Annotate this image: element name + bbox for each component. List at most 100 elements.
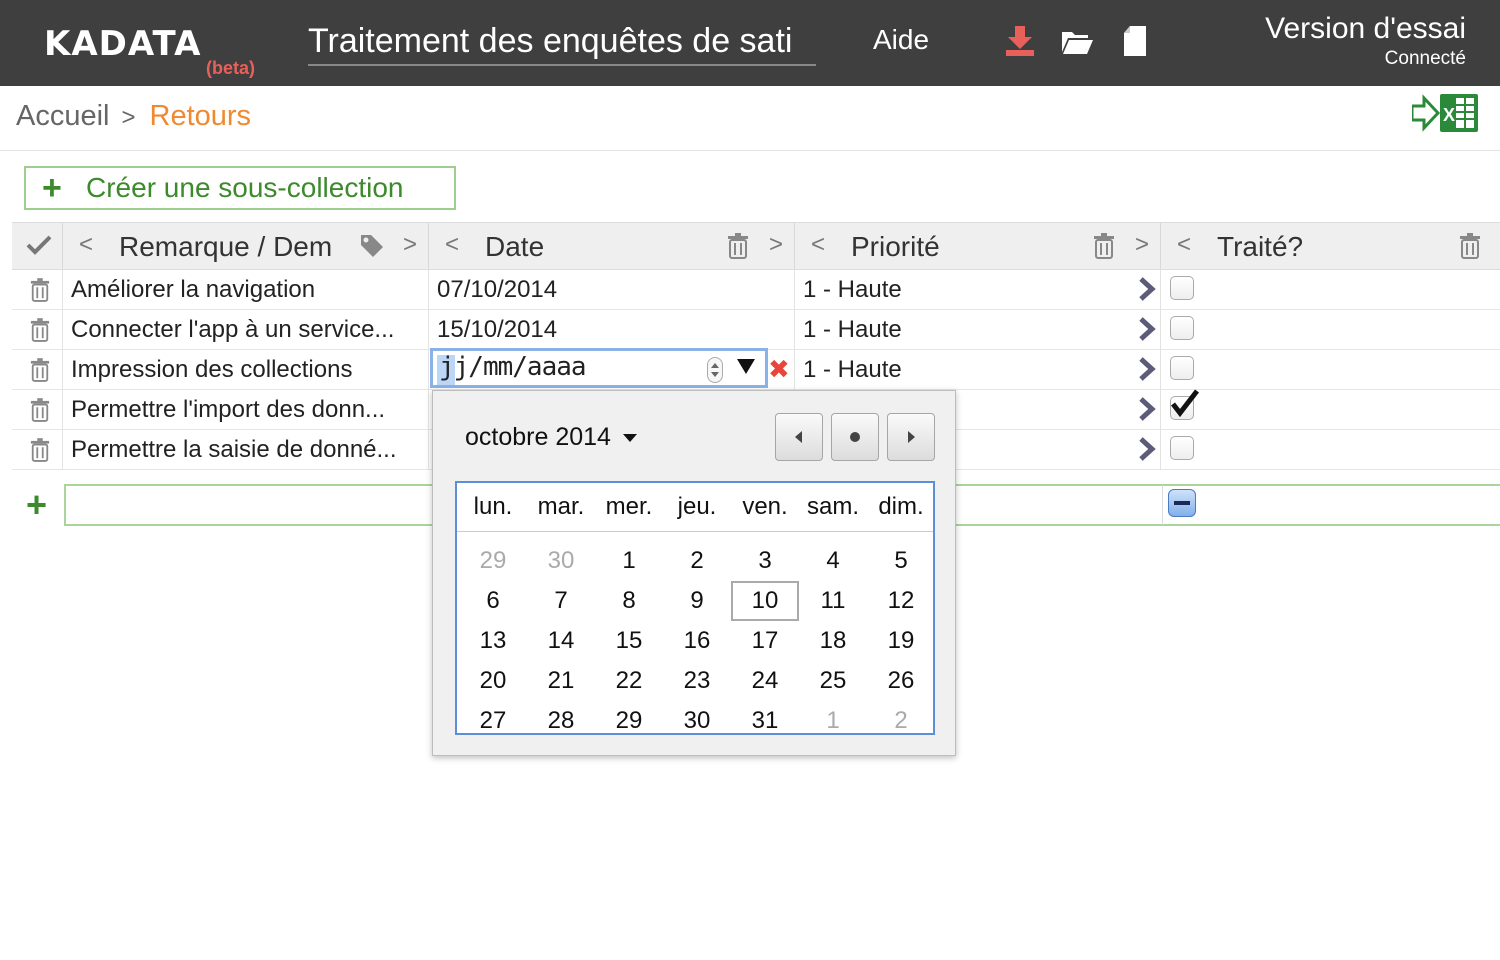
calendar-day[interactable]: 1 xyxy=(799,701,867,741)
calendar-day[interactable]: 12 xyxy=(867,581,935,621)
download-icon[interactable] xyxy=(1003,24,1037,58)
date-input[interactable]: jj/mm/aaaa xyxy=(430,348,768,388)
cell-remarque[interactable]: Permettre la saisie de donné... xyxy=(62,430,428,470)
column-label-date[interactable]: Date xyxy=(485,231,685,263)
calendar-day[interactable]: 15 xyxy=(595,621,663,661)
chevron-right-icon[interactable] xyxy=(1138,396,1156,422)
calendar-day[interactable]: 6 xyxy=(459,581,527,621)
calendar-day[interactable]: 16 xyxy=(663,621,731,661)
new-file-icon[interactable] xyxy=(1118,24,1152,58)
move-left-arrow[interactable]: < xyxy=(445,231,459,259)
date-spinner[interactable] xyxy=(707,357,723,383)
help-link[interactable]: Aide xyxy=(873,24,929,56)
cell-priorite[interactable]: 1 - Haute xyxy=(794,270,1160,310)
select-all-check-icon[interactable] xyxy=(26,233,52,257)
calendar-day[interactable]: 25 xyxy=(799,661,867,701)
delete-column-icon[interactable] xyxy=(1093,233,1115,259)
clear-date-icon[interactable]: ✖ xyxy=(768,354,790,385)
calendar-day[interactable]: 27 xyxy=(459,701,527,741)
excel-export-icon[interactable]: X xyxy=(1412,92,1482,134)
traite-checkbox[interactable] xyxy=(1170,356,1194,380)
cell-date[interactable]: 15/10/2014 xyxy=(428,310,794,350)
calendar-day[interactable]: 31 xyxy=(731,701,799,741)
calendar-day[interactable]: 17 xyxy=(731,621,799,661)
calendar-day[interactable]: 18 xyxy=(799,621,867,661)
cell-priorite[interactable]: 1 - Haute xyxy=(794,350,1160,390)
traite-checkbox[interactable] xyxy=(1170,436,1194,460)
calendar-day[interactable]: 11 xyxy=(799,581,867,621)
calendar-day[interactable]: 1 xyxy=(595,541,663,581)
move-right-arrow[interactable]: > xyxy=(1135,231,1149,259)
move-left-arrow[interactable]: < xyxy=(1177,231,1191,259)
calendar-day[interactable]: 2 xyxy=(663,541,731,581)
column-label-traite[interactable]: Traité? xyxy=(1217,231,1417,263)
cell-priorite[interactable]: 1 - Haute xyxy=(794,310,1160,350)
new-row-traite-checkbox[interactable] xyxy=(1168,489,1196,517)
chevron-right-icon[interactable] xyxy=(1138,316,1156,342)
month-selector[interactable]: octobre 2014 xyxy=(465,423,637,452)
calendar-day[interactable]: 9 xyxy=(663,581,731,621)
calendar-day[interactable]: 29 xyxy=(459,541,527,581)
today-button[interactable] xyxy=(831,413,879,461)
date-dropdown-icon[interactable] xyxy=(737,359,755,374)
cell-date[interactable]: 07/10/2014 xyxy=(428,270,794,310)
calendar-day[interactable]: 30 xyxy=(527,541,595,581)
calendar-day[interactable]: 28 xyxy=(527,701,595,741)
calendar-day[interactable]: 21 xyxy=(527,661,595,701)
chevron-right-icon[interactable] xyxy=(1138,276,1156,302)
tag-icon[interactable] xyxy=(359,233,385,257)
open-folder-icon[interactable] xyxy=(1060,24,1094,58)
delete-row-icon[interactable] xyxy=(30,278,50,302)
calendar-day[interactable]: 22 xyxy=(595,661,663,701)
breadcrumb-divider xyxy=(0,150,1500,151)
calendar-day[interactable]: 29 xyxy=(595,701,663,741)
next-month-button[interactable] xyxy=(887,413,935,461)
move-left-arrow[interactable]: < xyxy=(811,231,825,259)
traite-checkbox[interactable] xyxy=(1170,276,1194,300)
add-row-button[interactable]: + xyxy=(26,484,47,526)
document-title-input[interactable]: Traitement des enquêtes de sati xyxy=(308,20,816,66)
cell-remarque[interactable]: Améliorer la navigation xyxy=(62,270,428,310)
create-subcollection-button[interactable]: + Créer une sous-collection xyxy=(24,166,456,210)
chevron-right-icon[interactable] xyxy=(1138,356,1156,382)
calendar-day[interactable]: 13 xyxy=(459,621,527,661)
delete-column-icon[interactable] xyxy=(1459,233,1481,259)
weekday-label: ven. xyxy=(742,493,788,520)
cell-remarque[interactable]: Impression des collections xyxy=(62,350,428,390)
calendar-day[interactable]: 3 xyxy=(731,541,799,581)
calendar-day[interactable]: 26 xyxy=(867,661,935,701)
column-label-priorite[interactable]: Priorité xyxy=(851,231,1051,263)
move-right-arrow[interactable]: > xyxy=(403,231,417,259)
delete-row-icon[interactable] xyxy=(30,398,50,422)
calendar-day[interactable]: 7 xyxy=(527,581,595,621)
delete-row-icon[interactable] xyxy=(30,318,50,342)
calendar-day[interactable]: 2 xyxy=(867,701,935,741)
move-right-arrow[interactable]: > xyxy=(769,231,783,259)
chevron-right-icon[interactable] xyxy=(1138,436,1156,462)
calendar-day[interactable]: 10 xyxy=(731,581,799,621)
table-row: Connecter l'app à un service... 15/10/201… xyxy=(12,310,1500,350)
column-label-remarque[interactable]: Remarque / Dem xyxy=(119,231,339,263)
traite-checkbox[interactable] xyxy=(1170,316,1194,340)
calendar-day[interactable]: 30 xyxy=(663,701,731,741)
calendar-day[interactable]: 5 xyxy=(867,541,935,581)
calendar-day[interactable]: 24 xyxy=(731,661,799,701)
move-left-arrow[interactable]: < xyxy=(79,231,93,259)
calendar-day[interactable]: 23 xyxy=(663,661,731,701)
calendar-day[interactable]: 8 xyxy=(595,581,663,621)
delete-column-icon[interactable] xyxy=(727,233,749,259)
previous-month-button[interactable] xyxy=(775,413,823,461)
top-bar: KADATA (beta) Traitement des enquêtes de… xyxy=(0,0,1500,86)
app-logo[interactable]: KADATA xyxy=(44,24,201,64)
breadcrumb-current[interactable]: Retours xyxy=(150,100,252,132)
delete-row-icon[interactable] xyxy=(30,438,50,462)
version-label[interactable]: Version d'essai xyxy=(1265,12,1466,46)
calendar-day[interactable]: 14 xyxy=(527,621,595,661)
breadcrumb-home[interactable]: Accueil xyxy=(16,100,110,132)
calendar-day[interactable]: 20 xyxy=(459,661,527,701)
delete-row-icon[interactable] xyxy=(30,358,50,382)
cell-remarque[interactable]: Permettre l'import des donn... xyxy=(62,390,428,430)
calendar-day[interactable]: 4 xyxy=(799,541,867,581)
cell-remarque[interactable]: Connecter l'app à un service... xyxy=(62,310,428,350)
calendar-day[interactable]: 19 xyxy=(867,621,935,661)
